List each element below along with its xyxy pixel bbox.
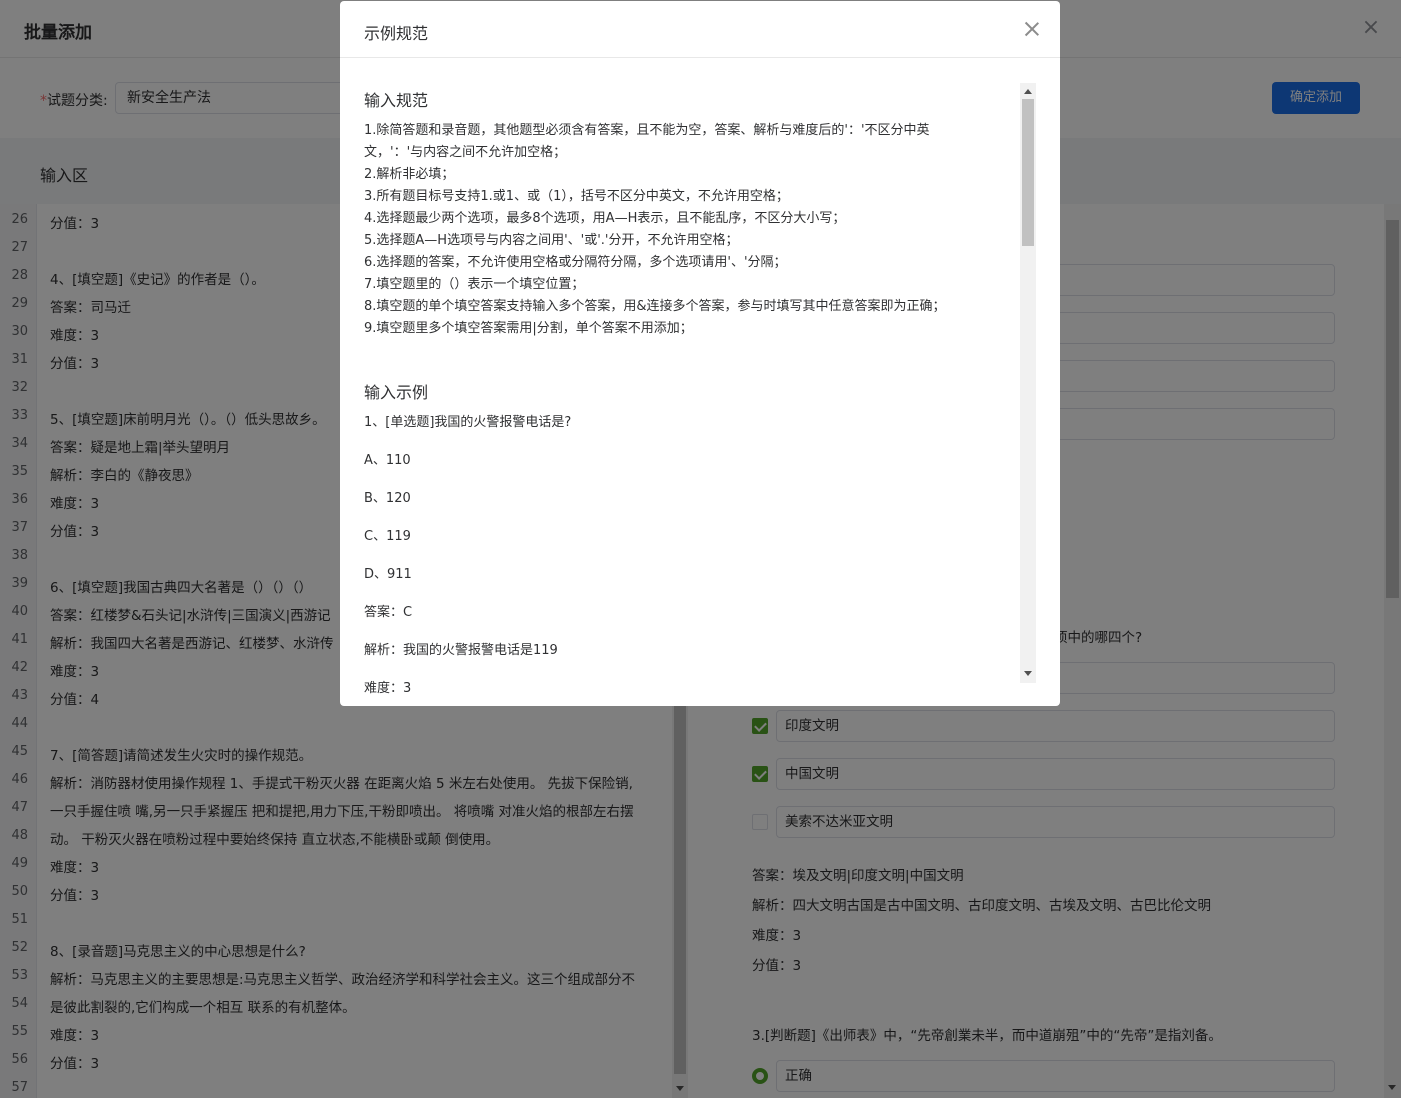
dialog-scroll-down-icon[interactable] [1024, 671, 1032, 676]
example-line: 答案：C [364, 605, 413, 620]
rule-line: 5.选择题A—H选项号与内容之间用'、'或'.'分开，不允许用空格； [364, 233, 739, 248]
rule-line: 7.填空题里的（）表示一个填空位置； [364, 277, 585, 292]
rule-line: 4.选择题最少两个选项，最多8个选项，用A—H表示，且不能乱序，不区分大小写； [364, 211, 846, 226]
rule-line: 3.所有题目标号支持1.或1、或（1），括号不区分中英文，不允许用空格； [364, 189, 789, 204]
rule-line: 1.除简答题和录音题，其他题型必须含有答案，且不能为空，答案、解析与难度后的'：… [364, 123, 930, 138]
example-line: 解析：我国的火警报警电话是119 [364, 643, 558, 658]
example-line: A、110 [364, 453, 411, 468]
example-line: 1、[单选题]我国的火警报警电话是? [364, 415, 572, 430]
example-line: D、911 [364, 567, 412, 582]
rule-line: 文，'：'与内容之间不允许加空格； [364, 145, 567, 160]
rule-line: 2.解析非必填； [364, 167, 455, 182]
rule-line: 6.选择题的答案，不允许使用空格或分隔符分隔，多个选项请用'、'分隔； [364, 255, 787, 270]
dialog-title: 示例规范 [364, 24, 429, 43]
example-line: B、120 [364, 491, 411, 506]
example-heading: 输入示例 [364, 383, 429, 402]
close-icon[interactable] [1020, 17, 1044, 41]
example-line: 难度：3 [364, 681, 412, 696]
dialog-scrollbar-thumb[interactable] [1022, 99, 1034, 246]
rule-line: 9.填空题里多个填空答案需用|分割，单个答案不用添加； [364, 321, 693, 336]
rules-heading: 输入规范 [364, 91, 429, 110]
dialog-scroll-up-icon[interactable] [1024, 89, 1032, 94]
dialog-body: 输入规范 输入示例 1.除简答题和录音题，其他题型必须含有答案，且不能为空，答案… [340, 59, 1060, 699]
example-line: C、119 [364, 529, 411, 544]
example-spec-dialog: 示例规范 输入规范 输入示例 1.除简答题和录音题，其他题型必须含有答案，且不能… [340, 1, 1060, 706]
rule-line: 8.填空题的单个填空答案支持输入多个答案，用&连接多个答案，参与时填写其中任意答… [364, 299, 946, 314]
dialog-header: 示例规范 [340, 1, 1060, 58]
